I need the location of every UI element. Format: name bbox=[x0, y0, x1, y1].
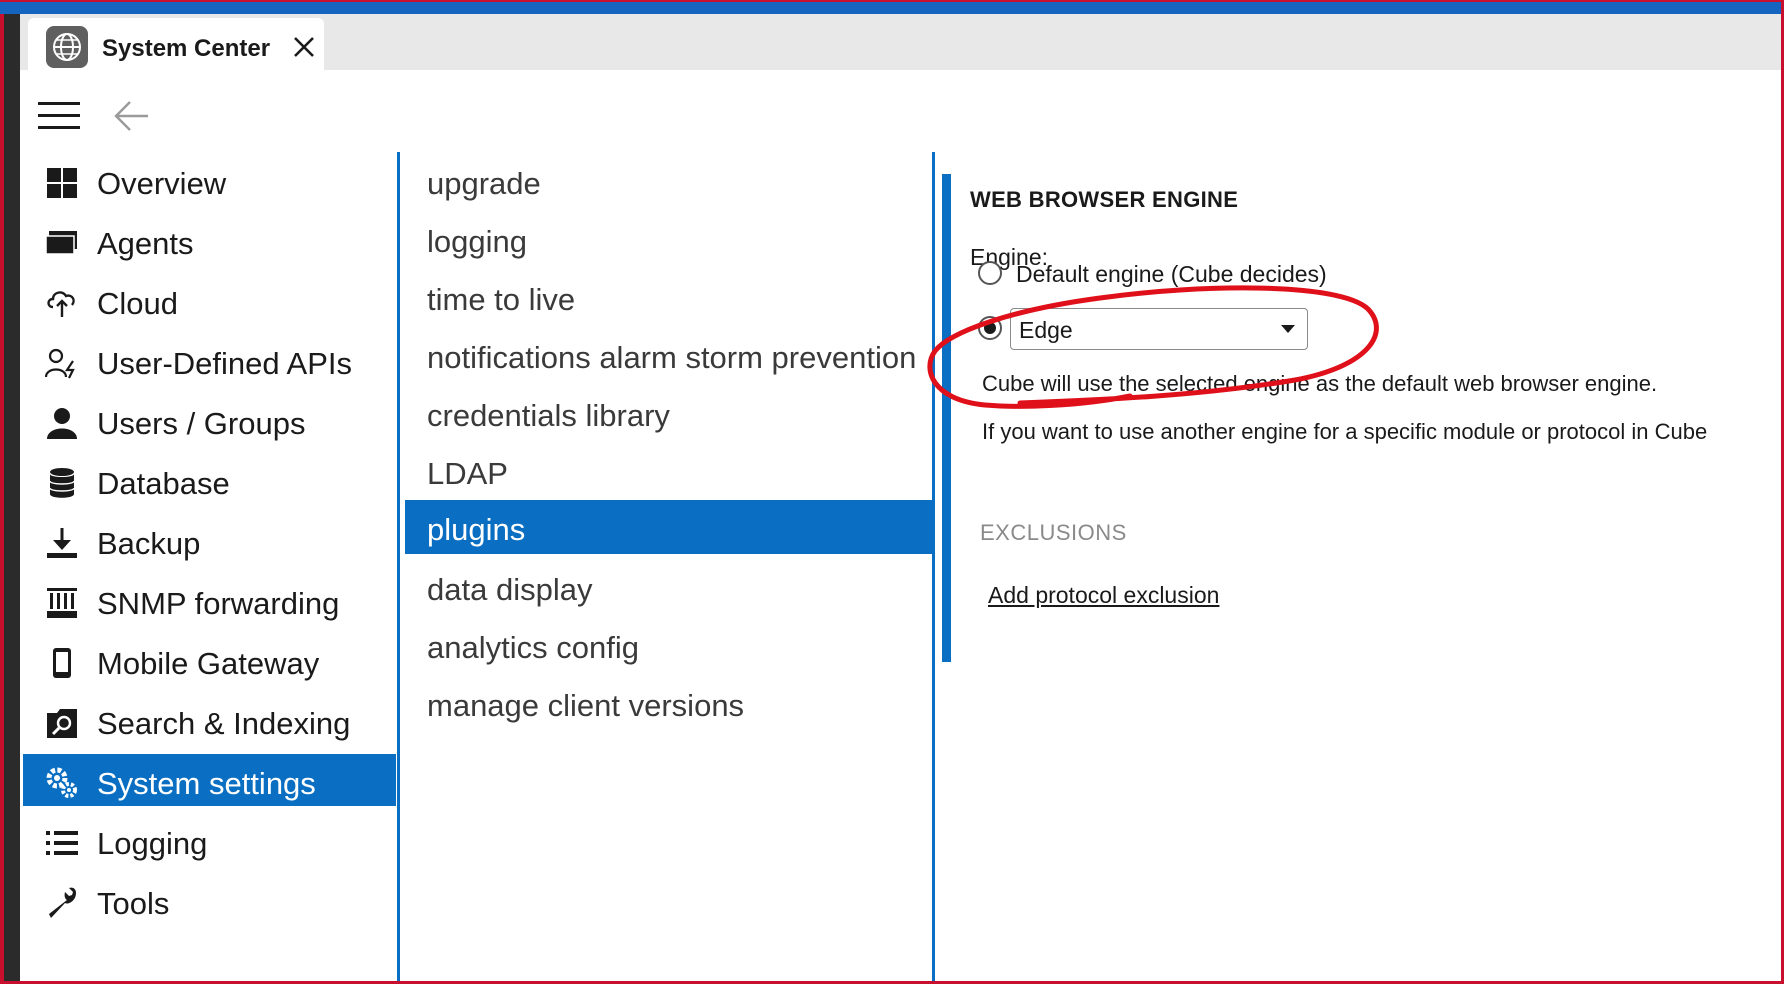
submenu-item-manage-client-versions[interactable]: manage client versions bbox=[405, 676, 932, 732]
sidebar-item-label: Tools bbox=[97, 886, 170, 921]
window-frame-top bbox=[0, 0, 1784, 14]
radio-custom-engine[interactable] bbox=[978, 316, 1002, 340]
sidebar-item-label: Logging bbox=[97, 826, 208, 861]
sidebar-item-label: Agents bbox=[97, 226, 194, 261]
sidebar-item-label: System settings bbox=[97, 766, 316, 801]
sidebar-item-mobile-gateway[interactable]: Mobile Gateway bbox=[23, 634, 396, 690]
window-frame-left-border bbox=[0, 0, 4, 984]
sidebar-item-label: Users / Groups bbox=[97, 406, 306, 441]
sidebar-item-label: Backup bbox=[97, 526, 201, 561]
cloud-icon bbox=[45, 286, 79, 320]
section-title: WEB BROWSER ENGINE bbox=[970, 187, 1239, 212]
sidebar-item-agents[interactable]: Agents bbox=[23, 214, 396, 270]
grid-icon bbox=[45, 166, 79, 200]
submenu-item-ldap[interactable]: LDAP bbox=[405, 444, 932, 500]
submenu-item-notifications-alarm-storm-prevention[interactable]: notifications alarm storm prevention bbox=[405, 328, 932, 384]
sidebar-item-user-defined-apis[interactable]: User-Defined APIs bbox=[23, 334, 396, 390]
back-arrow-icon[interactable] bbox=[112, 98, 152, 134]
hamburger-menu-icon[interactable] bbox=[38, 100, 80, 132]
sidebar-item-label: Search & Indexing bbox=[97, 706, 351, 741]
submenu-item-label: credentials library bbox=[427, 398, 670, 433]
submenu-item-label: data display bbox=[427, 572, 593, 607]
sidebar-item-search-indexing[interactable]: Search & Indexing bbox=[23, 694, 396, 750]
section-accent-bar bbox=[942, 174, 951, 662]
submenu-item-label: time to live bbox=[427, 282, 576, 317]
submenu-item-upgrade[interactable]: upgrade bbox=[405, 154, 932, 210]
engine-description: Cube will use the selected engine as the… bbox=[982, 371, 1658, 396]
app-window: System Center Overview Agents Cloud User… bbox=[20, 14, 1781, 981]
submenu-item-label: notifications alarm storm prevention bbox=[427, 340, 917, 375]
sidebar-item-tools[interactable]: Tools bbox=[23, 874, 396, 930]
user-icon bbox=[45, 406, 79, 440]
download-icon bbox=[45, 526, 79, 560]
engine-override-note: If you want to use another engine for a … bbox=[982, 419, 1708, 444]
sidebar-item-backup[interactable]: Backup bbox=[23, 514, 396, 570]
radio-default-engine-label: Default engine (Cube decides) bbox=[1016, 261, 1327, 287]
sidebar-item-users-groups[interactable]: Users / Groups bbox=[23, 394, 396, 450]
submenu-item-analytics-config[interactable]: analytics config bbox=[405, 618, 932, 674]
add-protocol-exclusion-link[interactable]: Add protocol exclusion bbox=[988, 582, 1219, 609]
sidebar-item-cloud[interactable]: Cloud bbox=[23, 274, 396, 330]
sidebar-item-system-settings[interactable]: System settings bbox=[23, 754, 396, 806]
engine-select[interactable]: Edge bbox=[1010, 308, 1308, 350]
sidebar-item-overview[interactable]: Overview bbox=[23, 154, 396, 210]
submenu-item-credentials-library[interactable]: credentials library bbox=[405, 386, 932, 442]
submenu-item-label: LDAP bbox=[427, 456, 508, 491]
submenu-item-data-display[interactable]: data display bbox=[405, 560, 932, 616]
sidebar-item-label: User-Defined APIs bbox=[97, 346, 352, 381]
submenu-item-label: logging bbox=[427, 224, 527, 259]
submenu-item-plugins[interactable]: plugins bbox=[405, 500, 932, 554]
submenu-divider bbox=[932, 152, 935, 981]
search-icon bbox=[45, 706, 79, 740]
globe-icon bbox=[46, 26, 88, 68]
radio-default-engine[interactable] bbox=[978, 261, 1002, 285]
engine-select-value: Edge bbox=[1019, 317, 1073, 343]
sidebar-item-snmp-forwarding[interactable]: SNMP forwarding bbox=[23, 574, 396, 630]
sidebar-divider bbox=[397, 152, 400, 981]
sidebar-item-label: Mobile Gateway bbox=[97, 646, 320, 681]
mobile-icon bbox=[45, 646, 79, 680]
tab-strip: System Center bbox=[20, 14, 1781, 70]
submenu-item-label: analytics config bbox=[427, 630, 639, 665]
sidebar-item-logging[interactable]: Logging bbox=[23, 814, 396, 870]
snmp-icon bbox=[45, 586, 79, 620]
user-api-icon bbox=[45, 346, 79, 380]
sidebar-item-label: Cloud bbox=[97, 286, 178, 321]
sidebar-item-label: Overview bbox=[97, 166, 227, 201]
submenu-item-logging[interactable]: logging bbox=[405, 212, 932, 268]
agents-icon bbox=[45, 226, 79, 260]
tab-title: System Center bbox=[102, 35, 271, 62]
tab-system-center[interactable]: System Center bbox=[28, 18, 324, 70]
exclusions-title: EXCLUSIONS bbox=[980, 520, 1127, 545]
plugin-settings-panel: WEB BROWSER ENGINE Engine: Default engin… bbox=[938, 154, 1781, 981]
wrench-icon bbox=[45, 886, 79, 920]
sidebar-item-database[interactable]: Database bbox=[23, 454, 396, 510]
list-icon bbox=[45, 826, 79, 860]
gears-icon bbox=[45, 766, 79, 800]
submenu-item-label: upgrade bbox=[427, 166, 541, 201]
sidebar-nav: Overview Agents Cloud User-Defined APIs … bbox=[20, 154, 400, 981]
close-icon[interactable] bbox=[290, 33, 318, 61]
window-frame-top-border bbox=[0, 0, 1784, 2]
submenu-item-label: manage client versions bbox=[427, 688, 745, 723]
sidebar-item-label: SNMP forwarding bbox=[97, 586, 340, 621]
submenu-item-label: plugins bbox=[427, 512, 526, 547]
chevron-down-icon bbox=[1281, 325, 1295, 333]
sidebar-item-label: Database bbox=[97, 466, 230, 501]
submenu-item-time-to-live[interactable]: time to live bbox=[405, 270, 932, 326]
database-icon bbox=[45, 466, 79, 500]
toolbar bbox=[20, 70, 1781, 166]
